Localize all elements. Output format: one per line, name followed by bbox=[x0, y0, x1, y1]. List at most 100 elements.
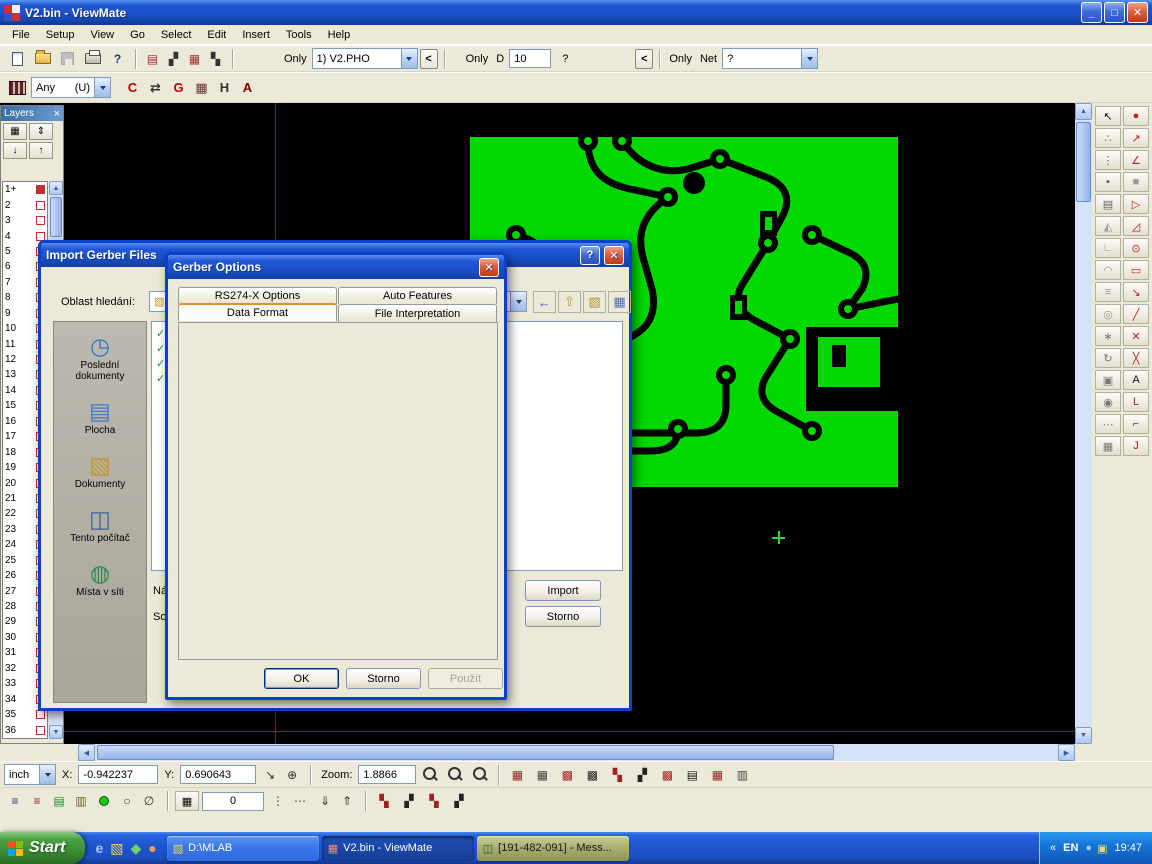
menu-item[interactable]: Select bbox=[153, 27, 200, 43]
multi-select-icon[interactable]: ∴ bbox=[1095, 128, 1121, 148]
selection-count-field[interactable]: 0 bbox=[202, 792, 264, 811]
taskbar-task-messenger[interactable]: ◫ [191-482-091] - Mess... bbox=[477, 836, 629, 861]
tray-chevron-icon[interactable]: « bbox=[1050, 842, 1056, 854]
rotate-tool-icon[interactable]: ↻ bbox=[1095, 348, 1121, 368]
arc-tool-icon[interactable]: ◠ bbox=[1095, 260, 1121, 280]
point-list-icon[interactable]: ⋮ bbox=[1095, 150, 1121, 170]
save-button[interactable] bbox=[56, 48, 79, 70]
zoom-all-icon[interactable] bbox=[469, 765, 491, 785]
place-item[interactable]: ▤ Plocha bbox=[55, 399, 145, 436]
small-pad-icon[interactable]: ▪ bbox=[1095, 172, 1121, 192]
scroll-left-icon[interactable]: ◀ bbox=[78, 744, 95, 761]
tray-shield-icon[interactable]: ▣ bbox=[1097, 842, 1107, 855]
layer-list-icon[interactable]: ≡ bbox=[4, 791, 26, 811]
cancel-button[interactable]: Storno bbox=[525, 606, 601, 627]
pattern-icon[interactable]: ▩ bbox=[556, 765, 578, 785]
pattern-icon[interactable]: ▞ bbox=[448, 791, 470, 811]
layer-swap-button[interactable]: ⇕ bbox=[29, 123, 53, 140]
layer-down-button[interactable]: ↓ bbox=[3, 142, 27, 159]
layer-row[interactable]: 36 bbox=[3, 722, 47, 737]
print-button[interactable] bbox=[81, 48, 104, 70]
vertical-scroll-thumb[interactable] bbox=[1076, 122, 1091, 202]
copy-tool-icon[interactable]: ▣ bbox=[1095, 370, 1121, 390]
layer-filter-combo[interactable]: 1) V2.PHO bbox=[312, 48, 418, 69]
scroll-down-icon[interactable]: ▼ bbox=[1075, 727, 1092, 744]
pattern-icon[interactable]: ▚ bbox=[606, 765, 628, 785]
film-button[interactable] bbox=[6, 77, 29, 99]
layer-row[interactable]: 2 bbox=[3, 197, 47, 212]
delete-tool-icon[interactable]: ✕ bbox=[1123, 326, 1149, 346]
zoom-window-icon[interactable] bbox=[444, 765, 466, 785]
a-aperture-icon[interactable]: A bbox=[236, 77, 259, 99]
bracket-tool-icon[interactable]: ⌐ bbox=[1123, 414, 1149, 434]
layers-stack-icon[interactable]: ≡ bbox=[1095, 282, 1121, 302]
tray-app-icon[interactable]: ● bbox=[1085, 842, 1092, 855]
cancel-button[interactable]: Storno bbox=[346, 668, 421, 689]
tab[interactable]: File Interpretation bbox=[338, 304, 497, 322]
app-green-icon[interactable]: ◆ bbox=[130, 840, 141, 857]
units-combo[interactable]: inch bbox=[4, 764, 56, 785]
g-aperture-icon[interactable]: G bbox=[167, 77, 190, 99]
chevron-down-icon[interactable] bbox=[401, 49, 417, 68]
star-tool-icon[interactable]: ∗ bbox=[1095, 326, 1121, 346]
menu-item[interactable]: Edit bbox=[199, 27, 234, 43]
grid-toggle-button[interactable]: ▦ bbox=[175, 791, 199, 811]
layer-color-swatch[interactable] bbox=[36, 710, 45, 719]
taskbar-task-explorer[interactable]: ▧ D:\MLAB bbox=[167, 836, 319, 861]
menu-item[interactable]: Tools bbox=[278, 27, 320, 43]
text-tool-icon[interactable]: A bbox=[1123, 370, 1149, 390]
ok-button[interactable]: OK bbox=[264, 668, 339, 689]
route-tool-icon[interactable]: ↘ bbox=[1123, 282, 1149, 302]
dialog-close-button[interactable]: ✕ bbox=[479, 258, 499, 277]
pattern-icon[interactable]: ▚ bbox=[423, 791, 445, 811]
back-icon[interactable]: ← bbox=[533, 291, 556, 313]
vertical-scrollbar[interactable]: ▲ ▼ bbox=[1075, 103, 1092, 744]
dialog-title-bar[interactable]: Gerber Options ✕ bbox=[168, 255, 504, 279]
layer-row[interactable]: 1+ bbox=[3, 182, 47, 197]
views-icon[interactable]: ▦ bbox=[608, 291, 631, 313]
target-tool-icon[interactable]: ◎ bbox=[1095, 304, 1121, 324]
place-item[interactable]: ◫ Tento počítač bbox=[55, 507, 145, 544]
ie-icon[interactable]: e bbox=[95, 840, 103, 856]
chevron-down-icon[interactable] bbox=[510, 292, 526, 311]
x-coordinate-field[interactable]: -0.942237 bbox=[78, 765, 158, 784]
place-item[interactable]: ◷ Poslední dokumenty bbox=[55, 334, 145, 382]
circle-pad-icon[interactable]: ⊙ bbox=[1123, 238, 1149, 258]
chevron-down-icon[interactable] bbox=[39, 765, 55, 784]
corner-tool-icon[interactable]: ∟ bbox=[1095, 238, 1121, 258]
restore-button[interactable]: □ bbox=[1104, 2, 1125, 23]
layer-list-icon[interactable]: ≡ bbox=[26, 791, 48, 811]
menu-item[interactable]: Help bbox=[320, 27, 359, 43]
report-icon[interactable]: ▥ bbox=[70, 791, 92, 811]
report-icon[interactable]: ▤ bbox=[48, 791, 70, 811]
layer-color-swatch[interactable] bbox=[36, 726, 45, 735]
rect-tool-icon[interactable]: ▭ bbox=[1123, 260, 1149, 280]
start-button[interactable]: Start bbox=[0, 832, 85, 864]
board-view-icon[interactable]: ▚ bbox=[205, 49, 226, 69]
prev-dcode-button[interactable]: < bbox=[635, 49, 653, 69]
shape-filter-combo[interactable]: Any (U) bbox=[31, 77, 111, 98]
grid-dark-icon[interactable]: ▦ bbox=[531, 765, 553, 785]
y-coordinate-field[interactable]: 0.690643 bbox=[180, 765, 256, 784]
horizontal-scrollbar[interactable]: ◀ ▶ bbox=[78, 744, 1075, 761]
place-item[interactable]: ▧ Dokumenty bbox=[55, 453, 145, 490]
net-combo[interactable]: ? bbox=[722, 48, 818, 69]
angle-line-icon[interactable]: ∠ bbox=[1123, 150, 1149, 170]
help-button[interactable]: ? bbox=[106, 48, 129, 70]
app-orange-icon[interactable]: ● bbox=[148, 840, 156, 856]
layer-row[interactable]: 3 bbox=[3, 213, 47, 228]
dialog-help-button[interactable]: ? bbox=[580, 246, 600, 265]
arrow-tool-icon[interactable]: ▷ bbox=[1123, 194, 1149, 214]
menu-item[interactable]: Insert bbox=[234, 27, 278, 43]
line-tool-icon[interactable]: ↗ bbox=[1123, 128, 1149, 148]
place-item[interactable]: ◍ Místa v síti bbox=[55, 561, 145, 598]
layers-panel-title-bar[interactable]: Layers × bbox=[1, 106, 63, 121]
dialog-close-button[interactable]: ✕ bbox=[604, 246, 624, 265]
pattern-icon[interactable]: ▞ bbox=[398, 791, 420, 811]
taskbar-task-viewmate[interactable]: ▦ V2.bin - ViewMate bbox=[322, 836, 474, 861]
pattern-icon[interactable]: ▦ bbox=[706, 765, 728, 785]
prev-layer-button[interactable]: < bbox=[420, 49, 438, 69]
horizontal-scroll-thumb[interactable] bbox=[97, 745, 834, 760]
hatch-fill-icon[interactable]: ▤ bbox=[1095, 194, 1121, 214]
up-level-icon[interactable]: ⇧ bbox=[558, 291, 581, 313]
